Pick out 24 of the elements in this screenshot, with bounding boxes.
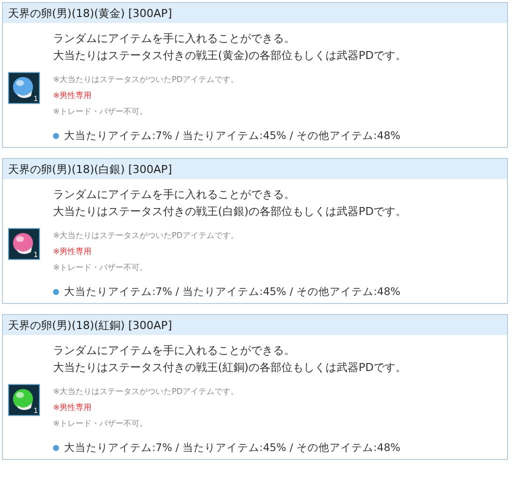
note-text: ※大当たりはステータスがついたPDアイテムです。 — [53, 74, 240, 86]
item-title: 天界の卵(男)(18)(紅銅) [300AP] — [3, 315, 507, 335]
rates-text: 大当たりアイテム:7% / 当たりアイテム:45% / その他アイテム:48% — [64, 129, 400, 143]
description-line: ランダムにアイテムを手に入れることができる。 — [53, 31, 296, 47]
description-line: ランダムにアイテムを手に入れることができる。 — [53, 187, 296, 203]
note-text: ※大当たりはステータスがついたPDアイテムです。 — [53, 230, 240, 242]
rates-text: 大当たりアイテム:7% / 当たりアイテム:45% / その他アイテム:48% — [64, 441, 400, 455]
note-text: ※男性専用 — [53, 246, 93, 258]
description-line: 大当たりはステータス付きの戦王(白銀)の各部位もしくは武器PDです。 — [53, 204, 408, 220]
bullet-icon — [53, 289, 59, 295]
item-title: 天界の卵(男)(18)(黄金) [300AP] — [3, 3, 507, 23]
note-text: ※トレード・バザー不可。 — [53, 262, 149, 274]
item-title: 天界の卵(男)(18)(白銀) [300AP] — [3, 159, 507, 179]
note-text: ※トレード・バザー不可。 — [53, 418, 149, 430]
description-line: 大当たりはステータス付きの戦王(紅銅)の各部位もしくは武器PDです。 — [53, 360, 408, 376]
note-text: ※男性専用 — [53, 402, 93, 414]
note-text: ※トレード・バザー不可。 — [53, 106, 149, 118]
bullet-icon — [53, 445, 59, 451]
note-text: ※大当たりはステータスがついたPDアイテムです。 — [53, 386, 240, 398]
bullet-icon — [53, 133, 59, 139]
description-line: ランダムにアイテムを手に入れることができる。 — [53, 343, 296, 359]
rates-text: 大当たりアイテム:7% / 当たりアイテム:45% / その他アイテム:48% — [64, 285, 400, 299]
description-line: 大当たりはステータス付きの戦王(黄金)の各部位もしくは武器PDです。 — [53, 48, 408, 64]
note-text: ※男性専用 — [53, 90, 93, 102]
